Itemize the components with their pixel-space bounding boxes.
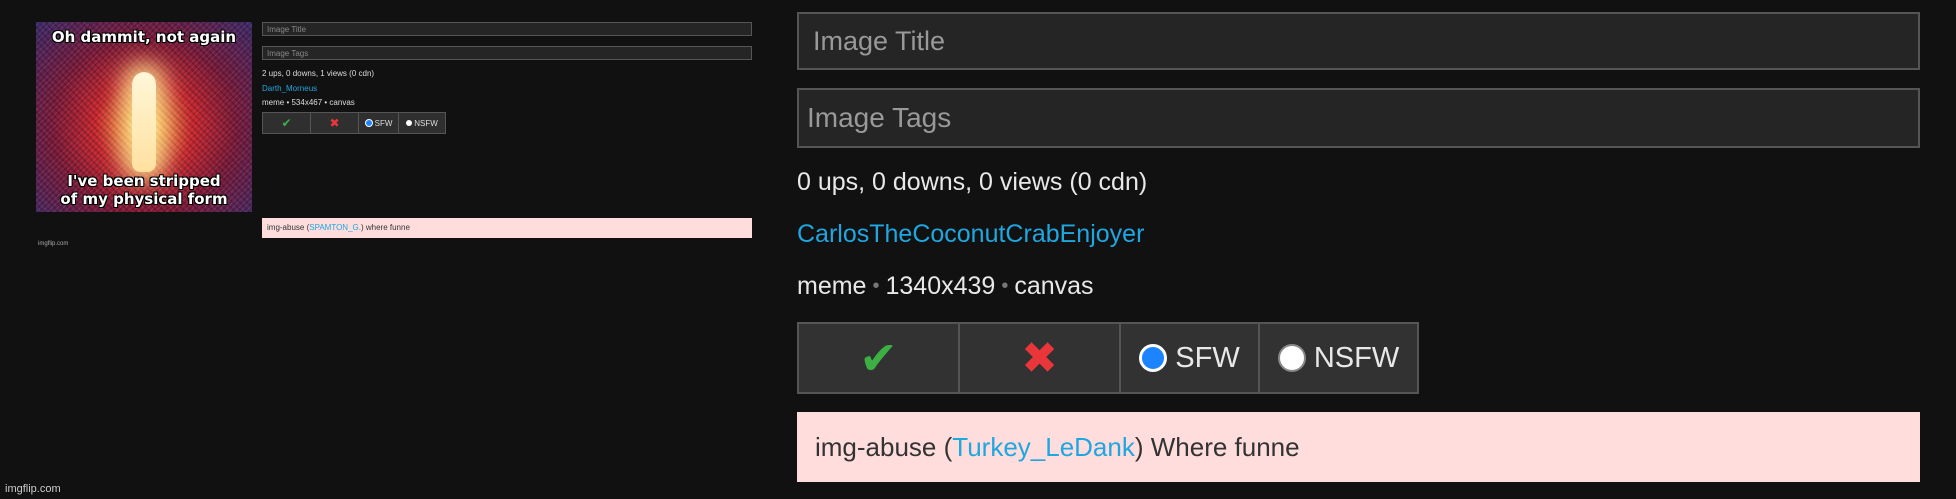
small-reject-button[interactable]: ✖ [311,113,359,133]
meme-top-text: Oh dammit, not again [51,28,237,46]
radio-unselected-icon [406,120,413,126]
meme-bottom-text: I've been stripped of my physical form [60,172,228,208]
abuse-suffix: ) Where funne [1134,432,1300,462]
meta-separator: • [872,275,880,297]
small-username-link[interactable]: Darth_Morneus [262,84,317,93]
nsfw-radio[interactable]: NSFW [1258,322,1419,394]
image-stats: 0 ups, 0 downs, 0 views (0 cdn) [797,168,1148,196]
small-abuse-prefix: img-abuse ( [267,223,310,232]
small-abuse-report: img-abuse (SPAMTON_G.) where funne [262,218,752,238]
imgflip-watermark: imgflip.com [5,483,61,495]
meta-type: meme [797,272,867,300]
small-stats: 2 ups, 0 downs, 1 views (0 cdn) [262,69,375,78]
small-abuse-user-link[interactable]: SPAMTON_G. [309,223,361,232]
x-icon: ✖ [329,116,340,130]
small-abuse-suffix: ) where funne [360,223,410,232]
sfw-label: SFW [1175,341,1240,374]
abuse-user-link[interactable]: Turkey_LeDank [952,432,1135,462]
small-sfw-radio[interactable]: SFW [359,113,399,133]
approve-button[interactable]: ✔ [797,322,960,394]
meta-source: canvas [1014,272,1094,300]
small-meta: meme • 534x467 • canvas [262,98,355,107]
meme-thumbnail[interactable]: Oh dammit, not again I've been stripped … [36,22,252,212]
sfw-radio[interactable]: SFW [1119,322,1260,394]
check-icon: ✔ [859,331,898,385]
image-title-input[interactable]: Image Title [797,12,1920,70]
nsfw-label: NSFW [1313,341,1400,374]
x-icon: ✖ [1021,332,1058,384]
meta-size: 1340x439 [885,272,996,300]
glowing-figure [132,72,156,172]
username-link[interactable]: CarlosTheCoconutCrabEnjoyer [797,220,1144,249]
image-meta: meme • 1340x439 • canvas [797,272,1094,301]
small-moderation-buttons: ✔ ✖ SFW NSFW [262,112,446,134]
small-sfw-label: SFW [374,118,393,128]
small-tags-input[interactable]: Image Tags [262,46,752,60]
small-title-input[interactable]: Image Title [262,22,752,36]
small-approve-button[interactable]: ✔ [263,113,311,133]
abuse-report: img-abuse (Turkey_LeDank) Where funne [797,412,1920,482]
meta-separator: • [1001,275,1009,297]
check-icon: ✔ [281,116,292,130]
moderation-buttons: ✔ ✖ SFW NSFW [797,322,1419,394]
image-tags-input[interactable]: Image Tags [797,88,1920,148]
abuse-prefix: img-abuse ( [815,432,953,462]
radio-selected-icon [364,119,373,127]
small-nsfw-radio[interactable]: NSFW [399,113,445,133]
radio-unselected-icon [1277,344,1306,372]
reject-button[interactable]: ✖ [958,322,1121,394]
small-nsfw-label: NSFW [414,118,438,128]
radio-selected-icon [1139,344,1168,372]
small-watermark: imgflip.com [38,241,69,247]
